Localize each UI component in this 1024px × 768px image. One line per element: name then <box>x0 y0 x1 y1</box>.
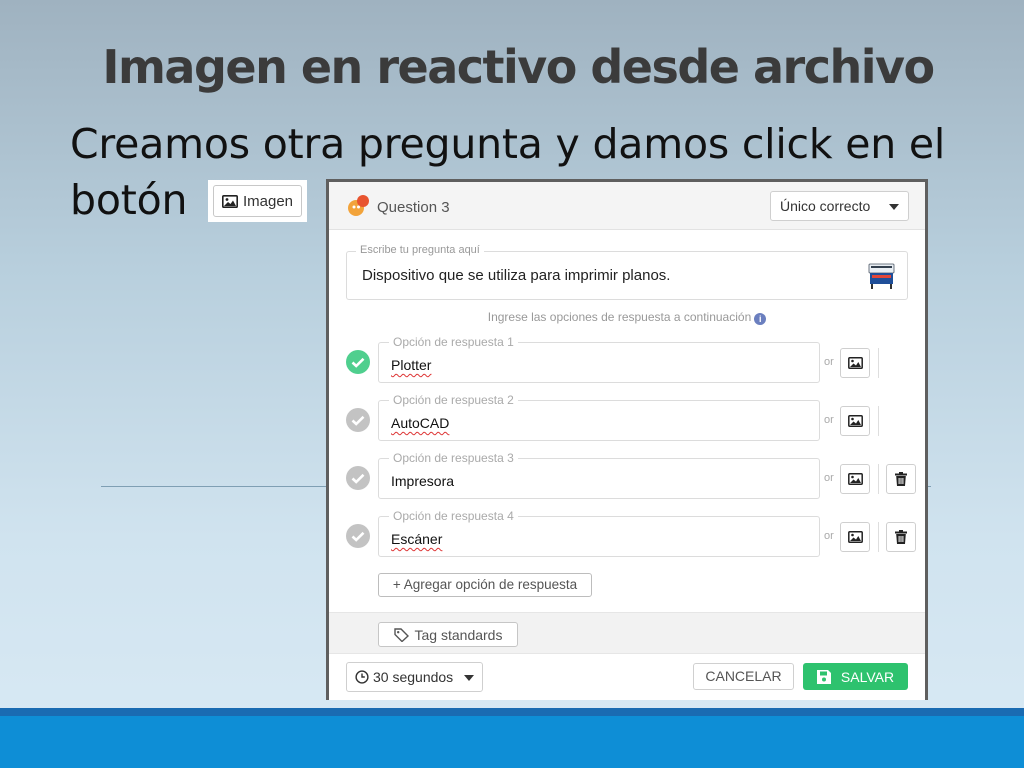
answer-option-2-label: Opción de respuesta 2 <box>389 393 518 407</box>
check-icon <box>351 415 365 426</box>
tag-standards-button[interactable]: Tag standards <box>378 622 518 647</box>
answer-option-3-label: Opción de respuesta 3 <box>389 451 518 465</box>
or-label: or <box>824 530 834 542</box>
or-label: or <box>824 414 834 426</box>
delete-option-button-4[interactable] <box>886 522 916 552</box>
question-editor: Question 3 Único correcto Escribe tu pre… <box>326 179 928 700</box>
answer-type-value: Único correcto <box>780 198 871 214</box>
save-button-label: SALVAR <box>840 668 895 685</box>
editor-footer: 30 segundos CANCELAR SALVAR <box>329 654 925 700</box>
check-icon <box>351 473 365 484</box>
answer-option-3: Opción de respuesta 3 Impresora or <box>329 451 925 501</box>
correct-answer-check-2[interactable] <box>346 408 370 432</box>
add-answer-option-button[interactable]: + Agregar opción de respuesta <box>378 573 592 597</box>
clock-icon <box>355 670 369 684</box>
answer-option-1-field[interactable]: Opción de respuesta 1 Plotter <box>378 335 820 383</box>
option-separator <box>878 522 879 552</box>
correct-answer-check-1[interactable] <box>346 350 370 374</box>
plotter-image[interactable] <box>868 260 895 290</box>
answer-option-2: Opción de respuesta 2 AutoCAD or <box>329 393 925 443</box>
answer-option-1-value: Plotter <box>391 357 432 373</box>
trash-icon <box>895 530 907 544</box>
answer-option-1-label: Opción de respuesta 1 <box>389 335 518 349</box>
add-image-button-4[interactable] <box>840 522 870 552</box>
or-label: or <box>824 356 834 368</box>
add-image-button-1[interactable] <box>840 348 870 378</box>
or-label: or <box>824 472 834 484</box>
correct-answer-check-3[interactable] <box>346 466 370 490</box>
question-field-label: Escribe tu pregunta aquí <box>356 244 484 256</box>
add-image-button-2[interactable] <box>840 406 870 436</box>
tag-bar: Tag standards <box>329 612 925 654</box>
check-icon <box>351 357 365 368</box>
question-text-value: Dispositivo que se utiliza para imprimir… <box>362 267 671 284</box>
option-separator <box>878 464 879 494</box>
answer-options-hint: Ingrese las opciones de respuesta a cont… <box>329 310 925 325</box>
slide-body-line-1: Creamos otra pregunta y damos click en e… <box>70 120 946 168</box>
correct-answer-check-4[interactable] <box>346 524 370 548</box>
answer-option-3-field[interactable]: Opción de respuesta 3 Impresora <box>378 451 820 499</box>
slide-footer-band <box>0 708 1024 768</box>
delete-option-button-3[interactable] <box>886 464 916 494</box>
image-icon <box>847 415 863 427</box>
answer-option-1: Opción de respuesta 1 Plotter or <box>329 335 925 385</box>
image-icon <box>221 194 238 208</box>
trash-icon <box>895 472 907 486</box>
inline-image-button-label: Imagen <box>242 192 294 210</box>
slide-title: Imagen en reactivo desde archivo <box>102 40 935 94</box>
answer-option-4: Opción de respuesta 4 Escáner or <box>329 509 925 559</box>
time-limit-select[interactable]: 30 segundos <box>346 662 483 692</box>
info-icon[interactable]: i <box>754 313 767 325</box>
floppy-disk-icon <box>816 669 831 684</box>
inline-image-button: Imagen <box>213 185 302 217</box>
image-icon <box>847 357 863 369</box>
time-limit-value: 30 segundos <box>373 669 454 685</box>
option-separator <box>878 348 879 378</box>
check-icon <box>351 531 365 542</box>
answer-option-3-value: Impresora <box>391 473 455 489</box>
tag-standards-label: Tag standards <box>414 626 503 643</box>
answer-type-select[interactable]: Único correcto <box>770 191 909 221</box>
answer-option-4-label: Opción de respuesta 4 <box>389 509 518 523</box>
image-icon <box>847 531 863 543</box>
question-text-field[interactable]: Escribe tu pregunta aquí Dispositivo que… <box>346 244 908 300</box>
answer-option-4-field[interactable]: Opción de respuesta 4 Escáner <box>378 509 820 557</box>
editor-header: Question 3 Único correcto <box>329 182 925 230</box>
chevron-down-icon <box>464 675 474 681</box>
inline-image-button-screenshot: Imagen <box>208 180 307 222</box>
question-number-label: Question 3 <box>377 199 450 216</box>
quiz-logo-icon <box>348 195 369 216</box>
answer-option-4-value: Escáner <box>391 531 443 547</box>
save-button[interactable]: SALVAR <box>803 663 908 690</box>
add-image-button-3[interactable] <box>840 464 870 494</box>
chevron-down-icon <box>889 204 899 210</box>
option-separator <box>878 406 879 436</box>
answer-option-2-field[interactable]: Opción de respuesta 2 AutoCAD <box>378 393 820 441</box>
cancel-button[interactable]: CANCELAR <box>693 663 794 690</box>
answer-option-2-value: AutoCAD <box>391 415 450 431</box>
image-icon <box>847 473 863 485</box>
tag-icon <box>393 627 409 642</box>
answer-options-hint-text: Ingrese las opciones de respuesta a cont… <box>487 310 752 324</box>
